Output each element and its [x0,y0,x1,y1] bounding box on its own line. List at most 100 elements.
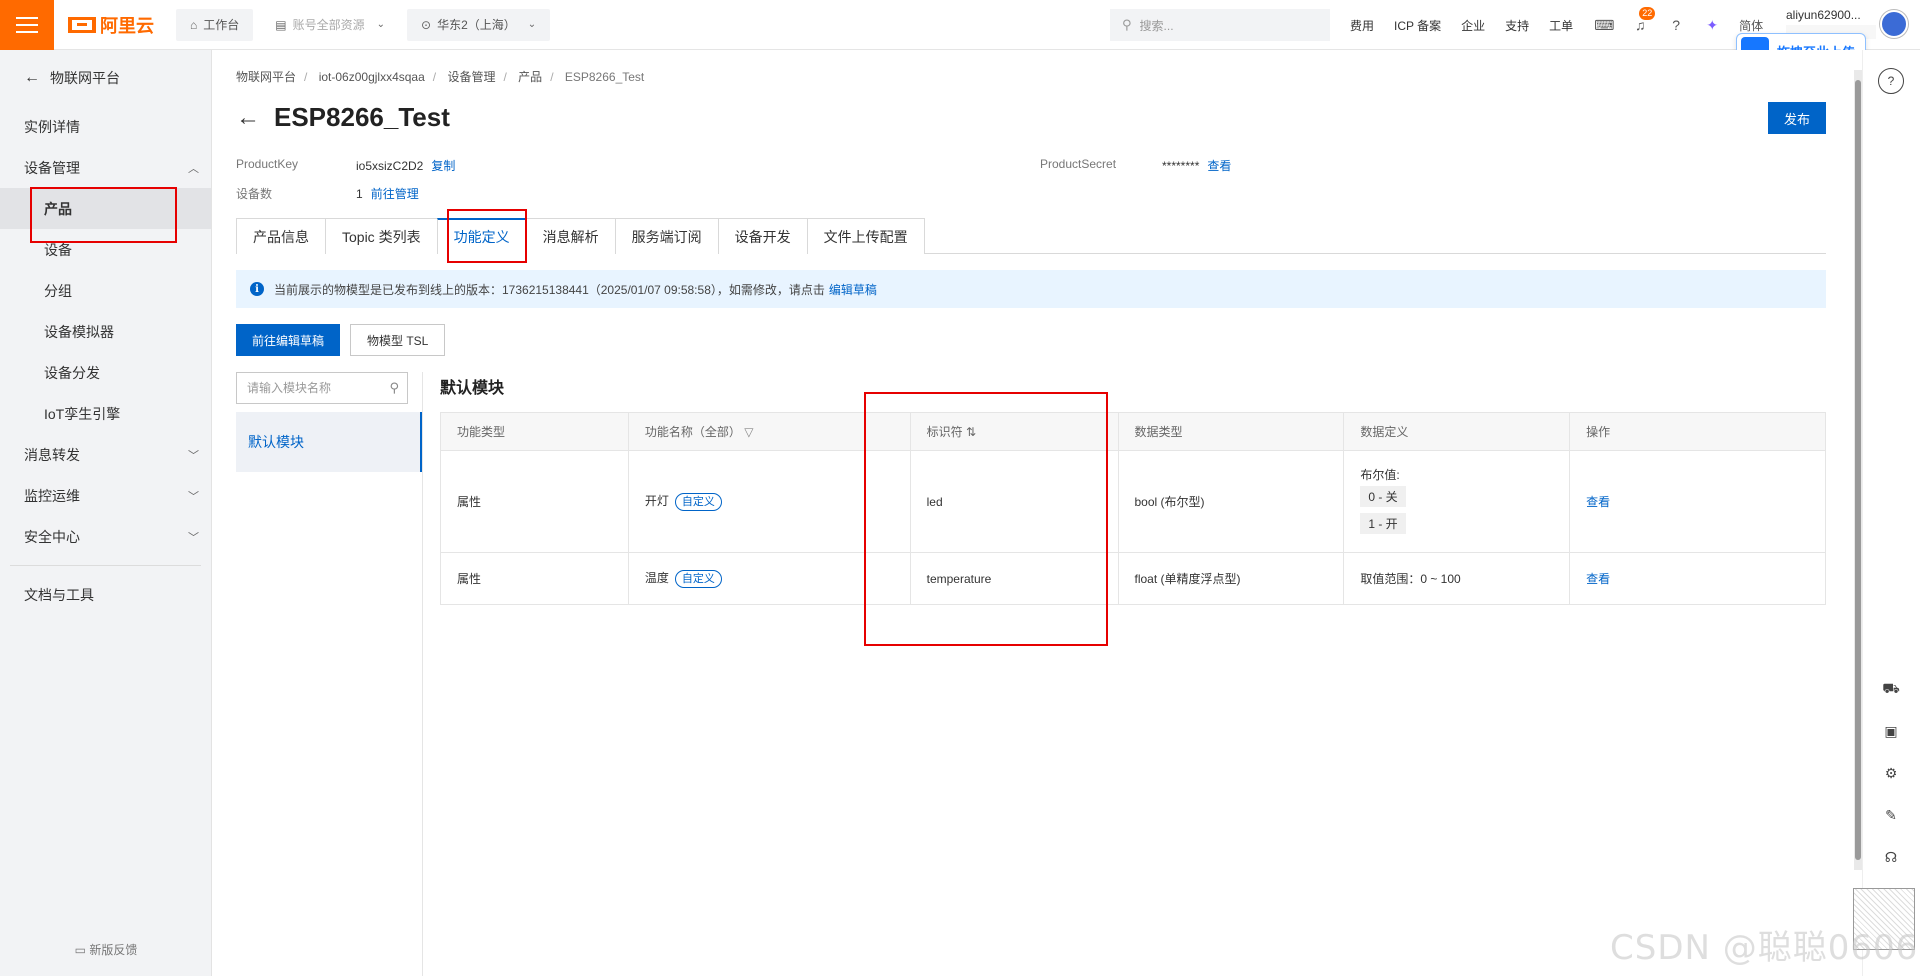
sidebar-item-group[interactable]: 分组 [0,270,211,311]
resource-icon: ▤ [275,17,287,32]
scrollbar-thumb[interactable] [1855,80,1861,860]
tab-topic-list[interactable]: Topic 类列表 [325,218,438,254]
tab-message-parsing[interactable]: 消息解析 [525,218,616,254]
back-arrow-icon[interactable]: ← [236,104,260,132]
link-icp[interactable]: ICP 备案 [1394,17,1441,34]
bool-value-1: 1 - 开 [1360,513,1406,534]
sidebar-item-security-center[interactable]: 安全中心 ﹀ [0,516,211,557]
language-switch[interactable]: 简体 [1737,17,1765,34]
chevron-down-icon: ⌄ [376,19,386,30]
product-secret-label: ProductSecret [1040,157,1117,171]
sidebar-item-iot-twin-engine[interactable]: IoT孪生引擎 [0,393,211,434]
edit-draft-link[interactable]: 编辑草稿 [829,281,877,298]
help-icon[interactable]: ? [1665,17,1687,33]
headset-icon[interactable]: ☊ [1878,844,1904,870]
region-selector[interactable]: ⊙ 华东2（上海） ⌄ [407,8,551,41]
view-button[interactable]: 查看 [1586,495,1610,509]
bool-value-0: 0 - 关 [1360,486,1406,507]
sidebar-item-device-management[interactable]: 设备管理 ︿ [0,147,211,188]
link-support[interactable]: 支持 [1505,17,1529,34]
custom-tag: 自定义 [674,570,722,588]
annotation-box-product [30,187,177,243]
custom-tag: 自定义 [674,493,722,511]
version-notice: i 当前展示的物模型是已发布到线上的版本：1736215138441（2025/… [236,270,1826,308]
product-key-value: io5xsizC2D2 复制 [356,157,455,174]
col-function-type: 功能类型 [440,412,629,451]
compute-icon[interactable]: ▣ [1878,718,1904,744]
tab-product-info[interactable]: 产品信息 [236,218,326,254]
edit-icon[interactable]: ✎ [1878,802,1904,828]
sidebar-item-message-forwarding[interactable]: 消息转发 ﹀ [0,434,211,475]
col-actions: 操作 [1569,412,1826,451]
avatar[interactable] [1880,10,1908,38]
aliyun-logo[interactable]: 阿里云 [68,12,168,38]
sidebar-item-instance-details[interactable]: 实例详情 [0,106,211,147]
watermark: CSDN @聪聪0606 [1610,928,1919,968]
filter-icon[interactable]: ▽ [744,425,753,439]
tab-file-upload-config[interactable]: 文件上传配置 [806,218,925,254]
table-row: 属性 温度 自定义 temperature float (单精度浮点型) 取值范围… [440,552,1826,605]
feedback-icon: ▭ [74,943,90,957]
publish-button[interactable]: 发布 [1768,102,1826,134]
product-key-label: ProductKey [236,157,299,171]
feedback-link[interactable]: ▭ 新版反馈 [0,941,212,958]
help-circle-icon[interactable]: ? [1878,68,1904,94]
module-search-field[interactable] [247,381,377,395]
sidebar-item-monitoring[interactable]: 监控运维 ﹀ [0,475,211,516]
product-key-text: io5xsizC2D2 [356,159,424,173]
tab-device-development[interactable]: 设备开发 [717,218,808,254]
home-icon: ⌂ [190,17,198,32]
right-tool-rail [1862,50,1920,976]
tab-server-subscription[interactable]: 服务端订阅 [614,218,719,254]
breadcrumb-item[interactable]: 设备管理 [447,70,495,84]
module-search-input[interactable]: ⚲ [236,372,408,404]
function-table: 功能类型 功能名称（全部） ▽ 标识符 ⇅ 数据类型 数据定义 操作 属性 开灯… [440,412,1826,605]
table-header-row: 功能类型 功能名称（全部） ▽ 标识符 ⇅ 数据类型 数据定义 操作 [440,412,1826,451]
annotation-box-identifier [864,392,1108,646]
breadcrumb-item[interactable]: 物联网平台 [236,70,296,84]
chevron-down-icon: ﹀ [188,490,199,503]
device-count-label: 设备数 [236,187,273,201]
search-icon[interactable]: ⚲ [389,380,399,396]
sidebar-item-label: 设备管理 [24,159,80,176]
link-ticket[interactable]: 工单 [1549,17,1573,34]
breadcrumb-separator: / [432,70,437,84]
terminal-icon[interactable]: ⌨ [1593,17,1615,34]
chevron-up-icon: ︿ [188,162,199,175]
hamburger-menu-button[interactable] [0,0,54,50]
global-search-input[interactable]: ⚲ 搜索... [1110,9,1330,41]
account-resources-dropdown[interactable]: ▤ 账号全部资源 ⌄ [261,8,400,41]
function-name: 温度 [644,571,669,585]
tsl-button[interactable]: 物模型 TSL [350,324,446,356]
sidebar-back-iot-platform[interactable]: ← 物联网平台 [0,50,211,106]
cart-icon[interactable]: ⛟ [1878,676,1904,702]
link-enterprise[interactable]: 企业 [1461,17,1485,34]
module-item-default[interactable]: 默认模块 [236,412,422,472]
sidebar-item-docs-tools[interactable]: 文档与工具 [0,574,211,615]
view-button[interactable]: 查看 [1586,572,1610,586]
breadcrumb-item[interactable]: iot-06z00gjlxx4sqaa [319,70,425,84]
aliyun-logo-mark [68,16,96,33]
menu-icon [16,23,38,26]
username: aliyun62900... [1786,8,1861,22]
copy-link[interactable]: 复制 [431,159,455,173]
manage-link[interactable]: 前往管理 [371,187,419,201]
breadcrumb-item[interactable]: 产品 [518,70,542,84]
page-title: ESP8266_Test [274,102,450,132]
edit-draft-button[interactable]: 前往编辑草稿 [236,324,341,356]
view-secret-link[interactable]: 查看 [1207,159,1231,173]
location-icon: ⊙ [421,17,432,32]
bell-icon[interactable]: ♫ 22 [1629,7,1656,33]
workbench-button[interactable]: ⌂ 工作台 [176,8,254,41]
account-resources-label: 账号全部资源 [292,18,365,32]
search-icon: ⚲ [1122,17,1132,32]
sidebar-item-device-simulator[interactable]: 设备模拟器 [0,311,211,352]
sidebar-item-device-distribution[interactable]: 设备分发 [0,352,211,393]
ai-assistant-icon[interactable]: ✦ [1701,17,1723,34]
arrow-left-icon: ← [24,69,40,86]
settings-icon[interactable]: ⚙ [1878,760,1904,786]
sidebar-divider [10,565,201,566]
cell-data-type: bool (布尔型) [1117,450,1345,553]
breadcrumb: 物联网平台 / iot-06z00gjlxx4sqaa / 设备管理 / 产品 / ES… [236,68,644,85]
link-billing[interactable]: 费用 [1350,17,1374,34]
